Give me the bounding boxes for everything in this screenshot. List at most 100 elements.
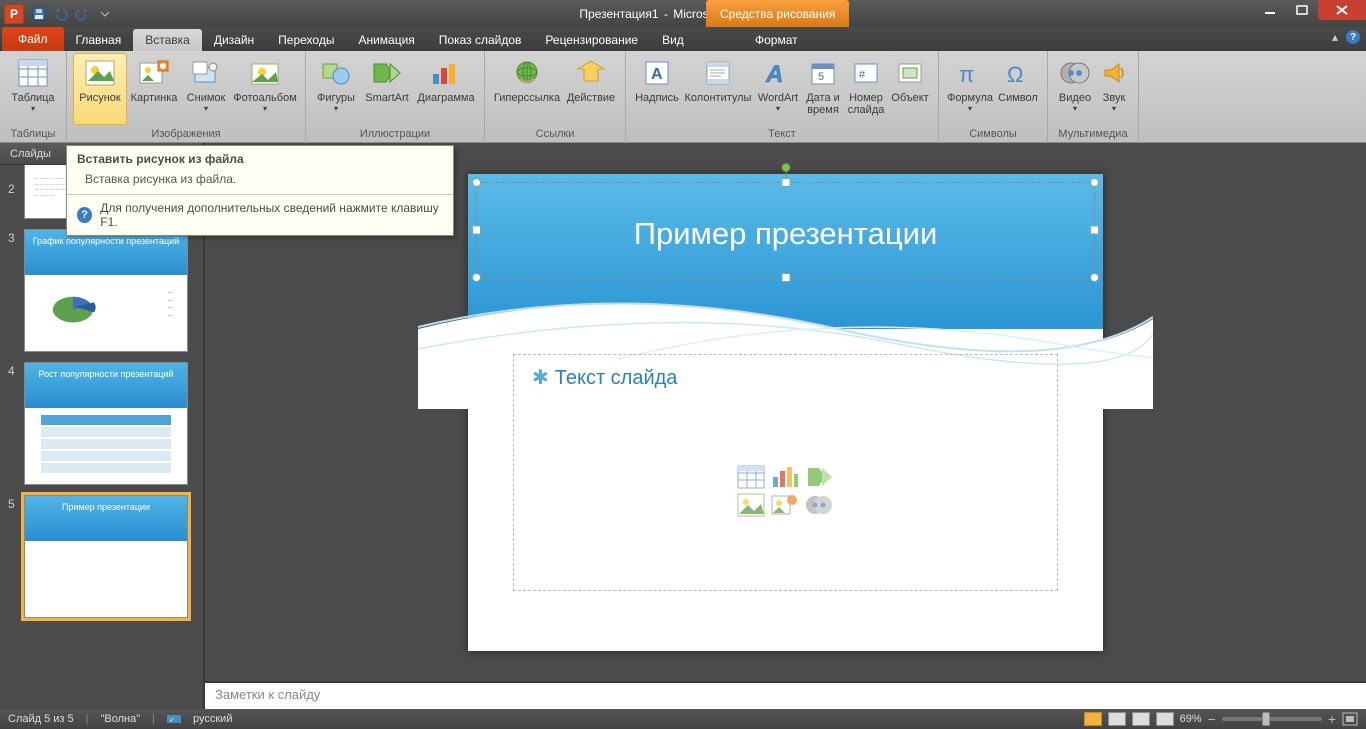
slide-thumb-5[interactable]: Пример презентации	[24, 495, 188, 618]
help-icon[interactable]: ?	[1346, 30, 1360, 44]
shapes-icon	[319, 56, 353, 90]
insert-table-icon[interactable]	[737, 465, 765, 489]
hyperlink-button[interactable]: Гиперссылка	[491, 53, 563, 125]
minimize-button[interactable]	[1254, 0, 1286, 20]
status-language[interactable]: русский	[193, 713, 232, 725]
headerfooter-button[interactable]: Колонтитулы	[682, 53, 754, 125]
slide-canvas[interactable]: Пример презентации ✱Текст слайда	[468, 174, 1103, 651]
insert-media-icon[interactable]	[805, 493, 833, 517]
tooltip-title: Вставить рисунок из файла	[67, 146, 453, 170]
selection-box[interactable]	[476, 182, 1095, 278]
screenshot-icon	[189, 56, 223, 90]
svg-text:A: A	[765, 61, 783, 86]
view-normal-button[interactable]	[1084, 712, 1102, 726]
textbox-icon: A	[640, 56, 674, 90]
insert-chart-icon[interactable]	[771, 465, 799, 489]
zoom-out-button[interactable]: −	[1208, 711, 1216, 727]
contextual-tab-drawing: Средства рисования	[706, 0, 849, 27]
tooltip-footer: Для получения дополнительных сведений на…	[100, 201, 443, 229]
view-reading-button[interactable]	[1132, 712, 1150, 726]
maximize-button[interactable]	[1286, 0, 1318, 20]
tab-home[interactable]: Главная	[64, 29, 134, 51]
status-slide: Слайд 5 из 5	[8, 713, 74, 725]
audio-button[interactable]: Звук▾	[1096, 53, 1132, 125]
group-multimedia: Видео▾ Звук▾ Мультимедиа	[1048, 51, 1139, 143]
action-button[interactable]: Действие	[563, 53, 619, 125]
thumb-number: 2	[8, 165, 24, 219]
screenshot-button[interactable]: Снимок▾	[181, 53, 231, 125]
tooltip-insert-picture: Вставить рисунок из файла Вставка рисунк…	[66, 145, 454, 236]
pie-chart-icon	[50, 285, 105, 325]
content-placeholder[interactable]: ✱Текст слайда	[513, 354, 1058, 591]
slide-thumb-4[interactable]: Рост популярности презентаций	[24, 362, 188, 485]
qat-dropdown-icon[interactable]	[96, 5, 114, 23]
tab-review[interactable]: Рецензирование	[533, 29, 650, 51]
language-icon[interactable]: ✓	[167, 713, 181, 725]
symbol-icon: Ω	[1001, 56, 1035, 90]
clipart-icon	[137, 56, 171, 90]
ribbon: Таблица▾ Таблицы Рисунок Картинка Снимок…	[0, 51, 1366, 143]
undo-icon[interactable]	[52, 5, 70, 23]
svg-text:A: A	[651, 66, 663, 83]
table-button[interactable]: Таблица▾	[6, 53, 60, 125]
zoom-in-button[interactable]: +	[1328, 711, 1336, 727]
datetime-button[interactable]: 5 Дата и время	[802, 53, 844, 125]
symbol-button[interactable]: Ω Символ	[995, 53, 1041, 125]
tab-slideshow[interactable]: Показ слайдов	[427, 29, 534, 51]
tab-view[interactable]: Вид	[650, 29, 696, 51]
tab-transitions[interactable]: Переходы	[266, 29, 346, 51]
hyperlink-icon	[510, 56, 544, 90]
close-button[interactable]	[1318, 0, 1366, 20]
redo-icon[interactable]	[74, 5, 92, 23]
status-bar: Слайд 5 из 5 | "Волна" | ✓ русский 69% −…	[0, 709, 1366, 729]
insert-placeholder-icons	[737, 465, 835, 517]
notes-pane[interactable]: Заметки к слайду	[205, 681, 1366, 709]
video-button[interactable]: Видео▾	[1054, 53, 1096, 125]
app-icon: P	[4, 4, 24, 24]
group-symbols: π Формула▾ Ω Символ Символы	[939, 51, 1048, 143]
group-label-images: Изображения	[151, 128, 220, 143]
fit-to-window-button[interactable]	[1342, 712, 1358, 726]
shapes-button[interactable]: Фигуры▾	[312, 53, 360, 125]
wordart-button[interactable]: A WordArt▾	[754, 53, 802, 125]
smartart-button[interactable]: SmartArt	[360, 53, 414, 125]
slidenumber-button[interactable]: # Номер слайда	[844, 53, 888, 125]
table-icon	[41, 415, 171, 475]
zoom-level[interactable]: 69%	[1180, 713, 1202, 725]
view-slideshow-button[interactable]	[1156, 712, 1174, 726]
textbox-button[interactable]: A Надпись	[632, 53, 682, 125]
insert-smartart-icon[interactable]	[805, 465, 833, 489]
save-icon[interactable]	[30, 5, 48, 23]
tab-format[interactable]: Формат	[743, 29, 810, 51]
title-bar: P Презентация1 - Microsoft PowerPoint Ср…	[0, 0, 1366, 27]
equation-button[interactable]: π Формула▾	[945, 53, 995, 125]
insert-picture-icon[interactable]	[737, 493, 765, 517]
object-button[interactable]: Объект	[888, 53, 932, 125]
thumb-number: 5	[8, 495, 24, 618]
tab-animation[interactable]: Анимация	[346, 29, 426, 51]
tab-file[interactable]: Файл	[2, 27, 64, 51]
slide-thumb-3[interactable]: График популярности презентаций ————	[24, 229, 188, 352]
chart-icon	[429, 56, 463, 90]
object-icon	[893, 56, 927, 90]
tab-insert[interactable]: Вставка	[133, 29, 202, 51]
bullet-icon: ✱	[532, 367, 549, 389]
status-theme: "Волна"	[101, 713, 141, 725]
ribbon-minimize-icon[interactable]: ▴	[1332, 30, 1338, 44]
picture-button[interactable]: Рисунок	[73, 53, 127, 125]
group-images: Рисунок Картинка Снимок▾ Фотоальбом▾ Изо…	[67, 51, 306, 143]
zoom-slider[interactable]	[1222, 717, 1322, 721]
group-label-tables: Таблицы	[11, 128, 56, 143]
view-sorter-button[interactable]	[1108, 712, 1126, 726]
thumb-number: 3	[8, 229, 24, 352]
wordart-icon: A	[761, 56, 795, 90]
clipart-button[interactable]: Картинка	[127, 53, 181, 125]
rotate-handle[interactable]	[781, 163, 790, 172]
action-icon	[574, 56, 608, 90]
slidenumber-icon: #	[849, 56, 883, 90]
chart-button[interactable]: Диаграмма	[414, 53, 478, 125]
photoalbum-button[interactable]: Фотоальбом▾	[231, 53, 299, 125]
group-label-symbols: Символы	[969, 128, 1017, 143]
insert-clipart-icon[interactable]	[771, 493, 799, 517]
tab-design[interactable]: Дизайн	[202, 29, 266, 51]
